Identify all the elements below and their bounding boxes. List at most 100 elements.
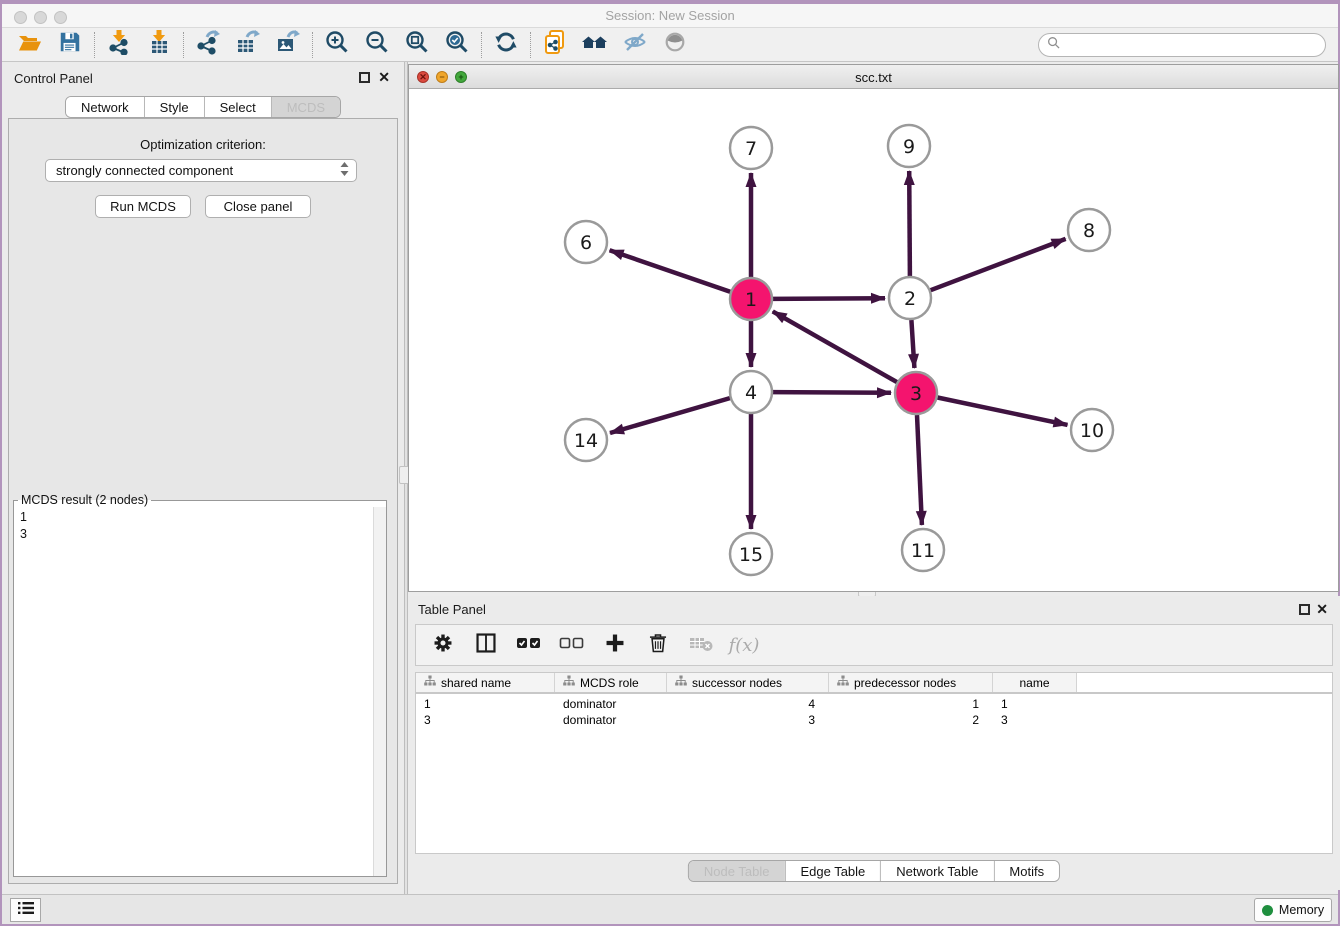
node-10[interactable]: 10: [1071, 409, 1113, 451]
mcds-panel: Optimization criterion: strongly connect…: [8, 118, 398, 884]
task-history-button[interactable]: [10, 898, 41, 922]
run-mcds-button[interactable]: Run MCDS: [95, 195, 191, 218]
tab-edge-table[interactable]: Edge Table: [784, 861, 880, 881]
node-4[interactable]: 4: [730, 371, 772, 413]
toolbar-separator: [530, 32, 531, 58]
float-table-panel-icon[interactable]: [1299, 604, 1310, 615]
node-3[interactable]: 3: [895, 372, 937, 414]
column-header-shared-name[interactable]: shared name: [416, 673, 555, 692]
node-9[interactable]: 9: [888, 125, 930, 167]
stepper-arrows-icon: [339, 161, 350, 180]
toolbar-separator: [312, 32, 313, 58]
edge-3-10[interactable]: [938, 398, 1068, 425]
table-cell[interactable]: 3: [667, 713, 829, 727]
hide-glasses-button[interactable]: [615, 30, 655, 60]
table-options-button[interactable]: [428, 630, 458, 660]
node-15[interactable]: 15: [730, 533, 772, 575]
memory-button[interactable]: Memory: [1254, 898, 1332, 922]
edge-3-1[interactable]: [773, 311, 897, 382]
table-cell[interactable]: dominator: [555, 697, 667, 711]
node-1[interactable]: 1: [730, 278, 772, 320]
tab-network[interactable]: Network: [66, 97, 144, 117]
node-14[interactable]: 14: [565, 419, 607, 461]
fx-icon: f(x): [729, 635, 760, 656]
tab-motifs[interactable]: Motifs: [993, 861, 1059, 881]
table-cell[interactable]: 1: [993, 697, 1077, 711]
close-panel-icon[interactable]: ✕: [378, 69, 390, 86]
result-scrollbar[interactable]: [373, 507, 386, 876]
table-cell[interactable]: 2: [829, 713, 993, 727]
table-cell[interactable]: 1: [416, 697, 555, 711]
table-cell[interactable]: 4: [667, 697, 829, 711]
close-table-panel-icon[interactable]: ✕: [1316, 601, 1328, 618]
export-network-icon: [195, 29, 221, 60]
column-header-name[interactable]: name: [993, 673, 1077, 692]
search-input[interactable]: [1065, 38, 1325, 52]
close-panel-button[interactable]: Close panel: [205, 195, 311, 218]
save-session-button[interactable]: [50, 30, 90, 60]
tab-network-table[interactable]: Network Table: [880, 861, 993, 881]
column-header-MCDS-role[interactable]: MCDS role: [555, 673, 667, 692]
unchecked-boxes-icon: [559, 630, 585, 661]
home-button[interactable]: [575, 30, 615, 60]
import-network-icon: [106, 29, 132, 60]
toolbar-separator: [183, 32, 184, 58]
edge-1-2[interactable]: [773, 298, 885, 299]
node-label: 14: [574, 430, 598, 452]
zoom-fit-button[interactable]: [397, 30, 437, 60]
list-icon: [17, 900, 35, 921]
column-header-successor-nodes[interactable]: successor nodes: [667, 673, 829, 692]
function-builder-button[interactable]: f(x): [729, 630, 759, 660]
app-title-bar: Session: New Session: [2, 4, 1338, 28]
table-cell[interactable]: 1: [829, 697, 993, 711]
tab-style[interactable]: Style: [144, 97, 204, 117]
table-row[interactable]: 3dominator323: [416, 712, 1332, 728]
export-table-button[interactable]: [228, 30, 268, 60]
zoom-in-button[interactable]: [317, 30, 357, 60]
edge-3-11[interactable]: [917, 415, 922, 525]
clone-network-button[interactable]: [535, 30, 575, 60]
column-header-predecessor-nodes[interactable]: predecessor nodes: [829, 673, 993, 692]
tab-node-table[interactable]: Node Table: [689, 861, 785, 881]
search-box[interactable]: [1038, 33, 1326, 57]
table-row[interactable]: 1dominator411: [416, 696, 1332, 712]
node-label: 2: [904, 288, 916, 310]
network-canvas[interactable]: 7 9 6 8 1 2 4 3 14 10 15 11: [409, 90, 1338, 591]
deselect-all-button[interactable]: [557, 630, 587, 660]
zoom-selected-button[interactable]: [437, 30, 477, 60]
table-toolbar: f(x): [415, 624, 1333, 666]
import-table-button[interactable]: [139, 30, 179, 60]
export-image-button[interactable]: [268, 30, 308, 60]
edge-1-6[interactable]: [610, 250, 731, 292]
node-11[interactable]: 11: [902, 529, 944, 571]
tab-select[interactable]: Select: [204, 97, 271, 117]
edge-4-3[interactable]: [773, 392, 891, 393]
edge-2-3[interactable]: [911, 320, 914, 368]
edge-2-9[interactable]: [909, 171, 910, 276]
delete-column-button[interactable]: [643, 630, 673, 660]
table-cell[interactable]: 3: [416, 713, 555, 727]
tab-mcds[interactable]: MCDS: [271, 97, 340, 117]
edge-4-14[interactable]: [610, 398, 730, 433]
node-2[interactable]: 2: [889, 277, 931, 319]
import-network-button[interactable]: [99, 30, 139, 60]
show-column-button[interactable]: [471, 630, 501, 660]
open-session-button[interactable]: [10, 30, 50, 60]
table-cell[interactable]: dominator: [555, 713, 667, 727]
node-table: shared nameMCDS rolesuccessor nodesprede…: [415, 672, 1333, 854]
delete-table-button[interactable]: [686, 630, 716, 660]
export-network-button[interactable]: [188, 30, 228, 60]
node-7[interactable]: 7: [730, 127, 772, 169]
create-column-button[interactable]: [600, 630, 630, 660]
edge-2-8[interactable]: [931, 239, 1066, 290]
table-cell[interactable]: 3: [993, 713, 1077, 727]
network-window-titlebar[interactable]: ✕ − + scc.txt: [409, 65, 1338, 89]
zoom-out-button[interactable]: [357, 30, 397, 60]
node-8[interactable]: 8: [1068, 209, 1110, 251]
criterion-select[interactable]: strongly connected component: [45, 159, 357, 182]
node-6[interactable]: 6: [565, 221, 607, 263]
float-panel-icon[interactable]: [359, 72, 370, 83]
select-all-button[interactable]: [514, 630, 544, 660]
show-eye-button[interactable]: [655, 30, 695, 60]
refresh-layout-button[interactable]: [486, 30, 526, 60]
